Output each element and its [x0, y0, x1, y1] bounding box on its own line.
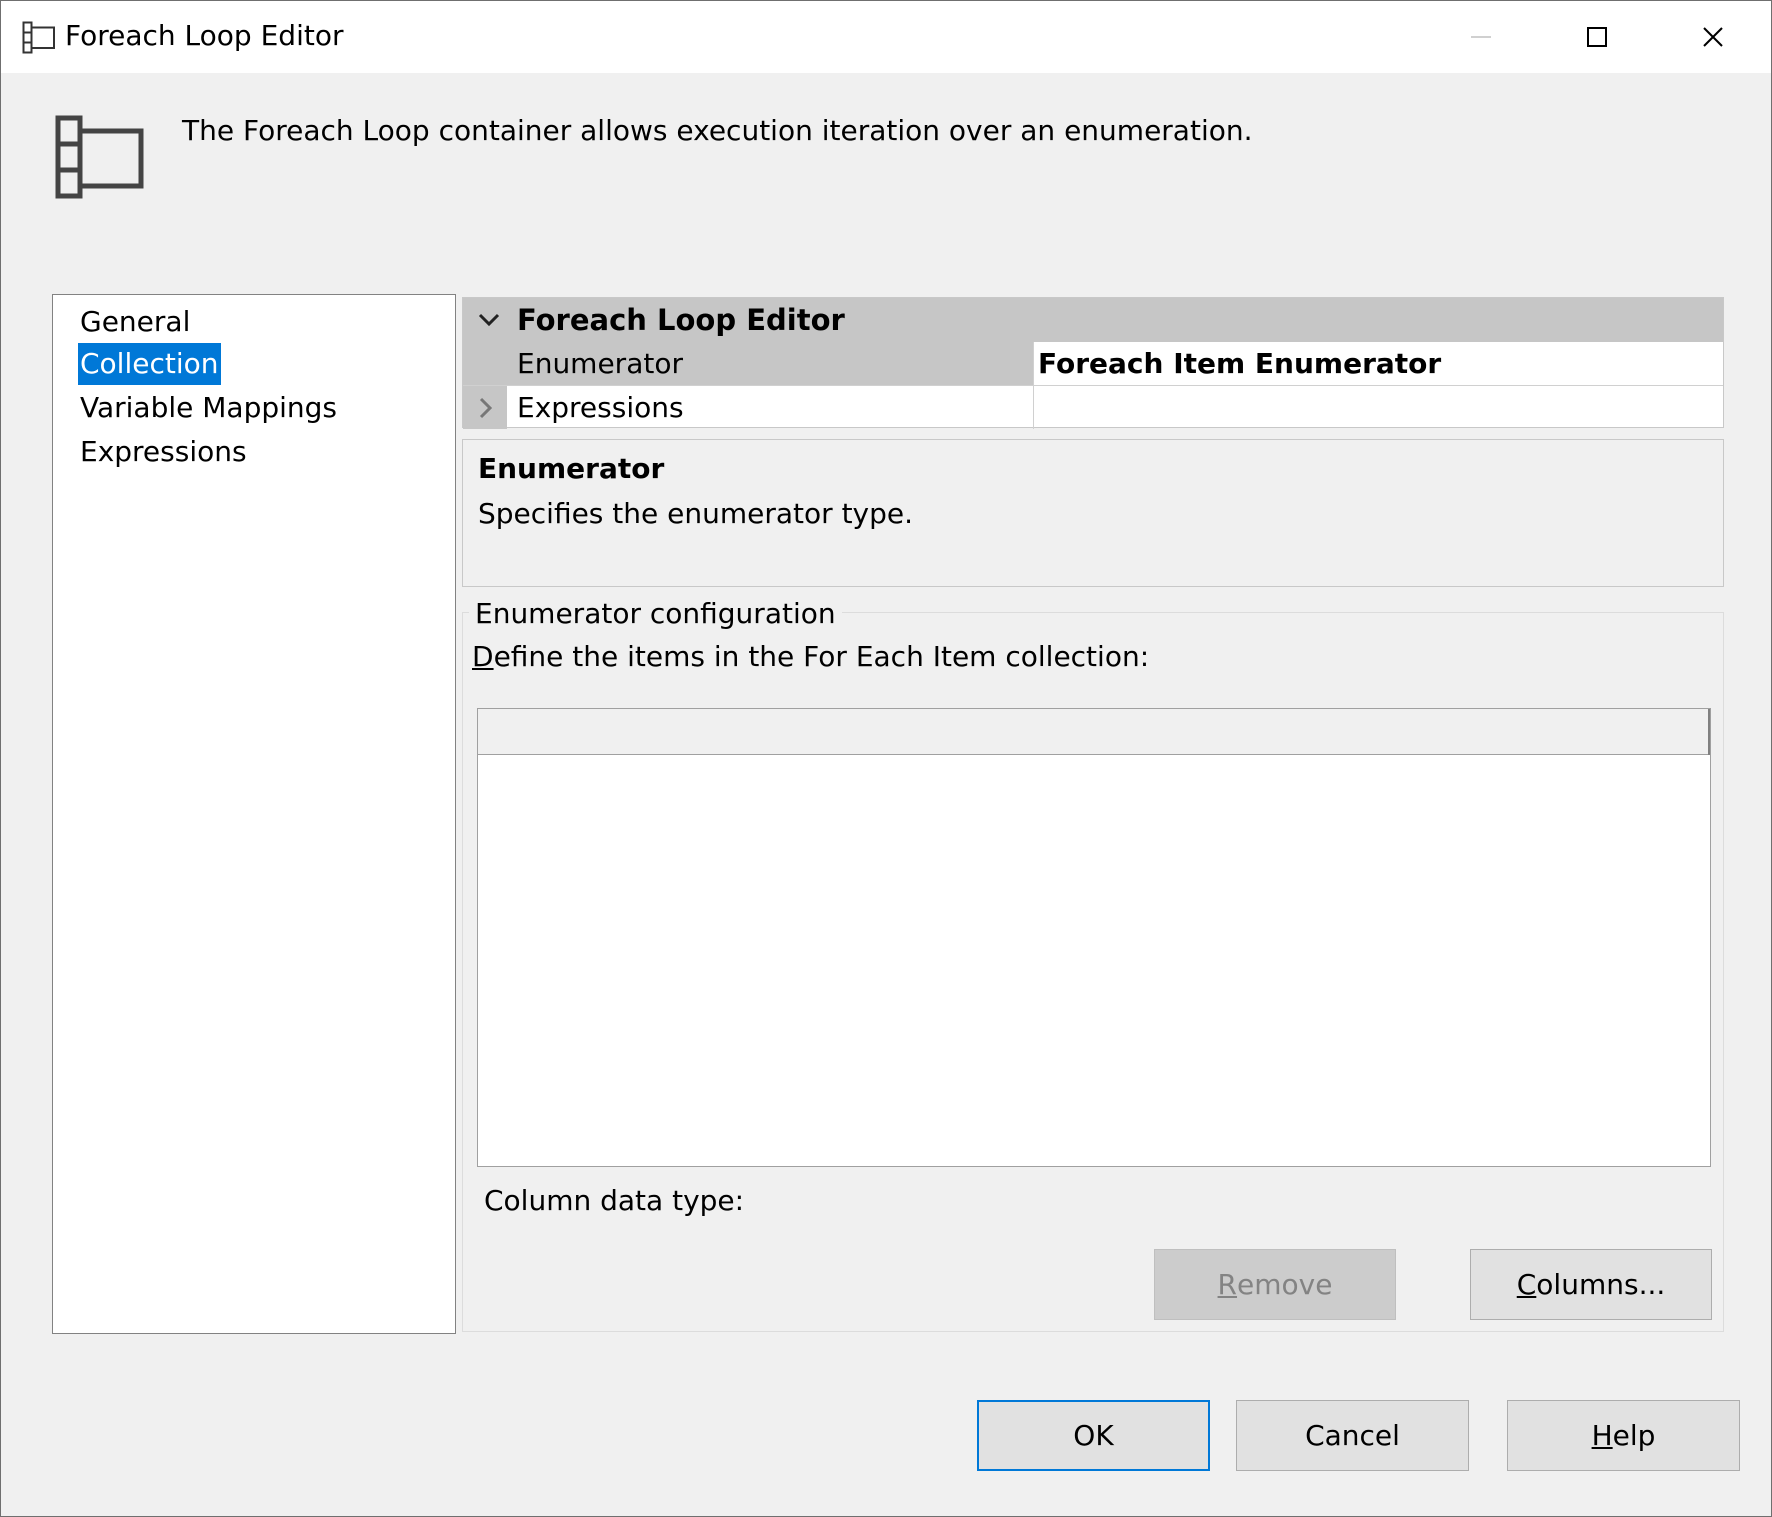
items-collection-grid[interactable]	[477, 708, 1711, 1167]
description-text: Specifies the enumerator type.	[478, 497, 914, 530]
property-category-title: Foreach Loop Editor	[517, 303, 845, 337]
title-bar[interactable]: Foreach Loop Editor	[1, 1, 1771, 73]
nav-item-expressions[interactable]: Expressions	[78, 431, 249, 473]
config-group-legend: Enumerator configuration	[469, 597, 842, 630]
row-gutter	[463, 386, 507, 429]
column-data-type-label: Column data type:	[484, 1184, 745, 1217]
dialog-window: Foreach Loop Editor The Foreach Loop con…	[0, 0, 1772, 1517]
maximize-icon	[1587, 27, 1607, 47]
row-gutter	[463, 342, 507, 385]
minimize-button[interactable]	[1423, 1, 1539, 73]
nav-item-general[interactable]: General	[78, 301, 192, 343]
property-name: Expressions	[507, 386, 1034, 429]
items-grid-header[interactable]	[478, 709, 1710, 755]
property-row-expressions[interactable]: Expressions	[463, 385, 1723, 429]
expressions-value[interactable]	[1035, 386, 1723, 429]
minimize-icon	[1471, 36, 1491, 38]
columns-button[interactable]: Columns...	[1470, 1249, 1712, 1320]
property-description-panel: Enumerator Specifies the enumerator type…	[462, 439, 1724, 587]
help-button[interactable]: Help	[1507, 1400, 1740, 1471]
define-items-label: Define the items in the For Each Item co…	[472, 640, 1150, 673]
foreach-loop-icon	[22, 21, 55, 54]
close-icon	[1703, 27, 1723, 47]
chevron-down-icon[interactable]	[477, 308, 501, 332]
enumerator-value[interactable]: Foreach Item Enumerator	[1035, 342, 1723, 385]
chevron-right-icon[interactable]	[478, 397, 494, 419]
property-row-enumerator[interactable]: Enumerator Foreach Item Enumerator	[463, 342, 1723, 385]
nav-item-variable-mappings[interactable]: Variable Mappings	[78, 387, 339, 429]
header-column-edge	[1708, 709, 1710, 755]
close-button[interactable]	[1655, 1, 1771, 73]
window-title: Foreach Loop Editor	[65, 19, 344, 52]
maximize-button[interactable]	[1539, 1, 1655, 73]
ok-button[interactable]: OK	[977, 1400, 1210, 1471]
property-grid: Foreach Loop Editor Enumerator Foreach I…	[462, 297, 1724, 429]
property-category-row[interactable]: Foreach Loop Editor	[463, 298, 1723, 342]
remove-button[interactable]: Remove	[1154, 1249, 1396, 1320]
foreach-loop-icon	[55, 115, 144, 199]
description-title: Enumerator	[478, 452, 665, 485]
header-description: The Foreach Loop container allows execut…	[182, 114, 1253, 147]
cancel-button[interactable]: Cancel	[1236, 1400, 1469, 1471]
property-name: Enumerator	[507, 342, 1034, 385]
nav-item-collection[interactable]: Collection	[78, 343, 221, 385]
page-navigation: General Collection Variable Mappings Exp…	[52, 294, 456, 1334]
